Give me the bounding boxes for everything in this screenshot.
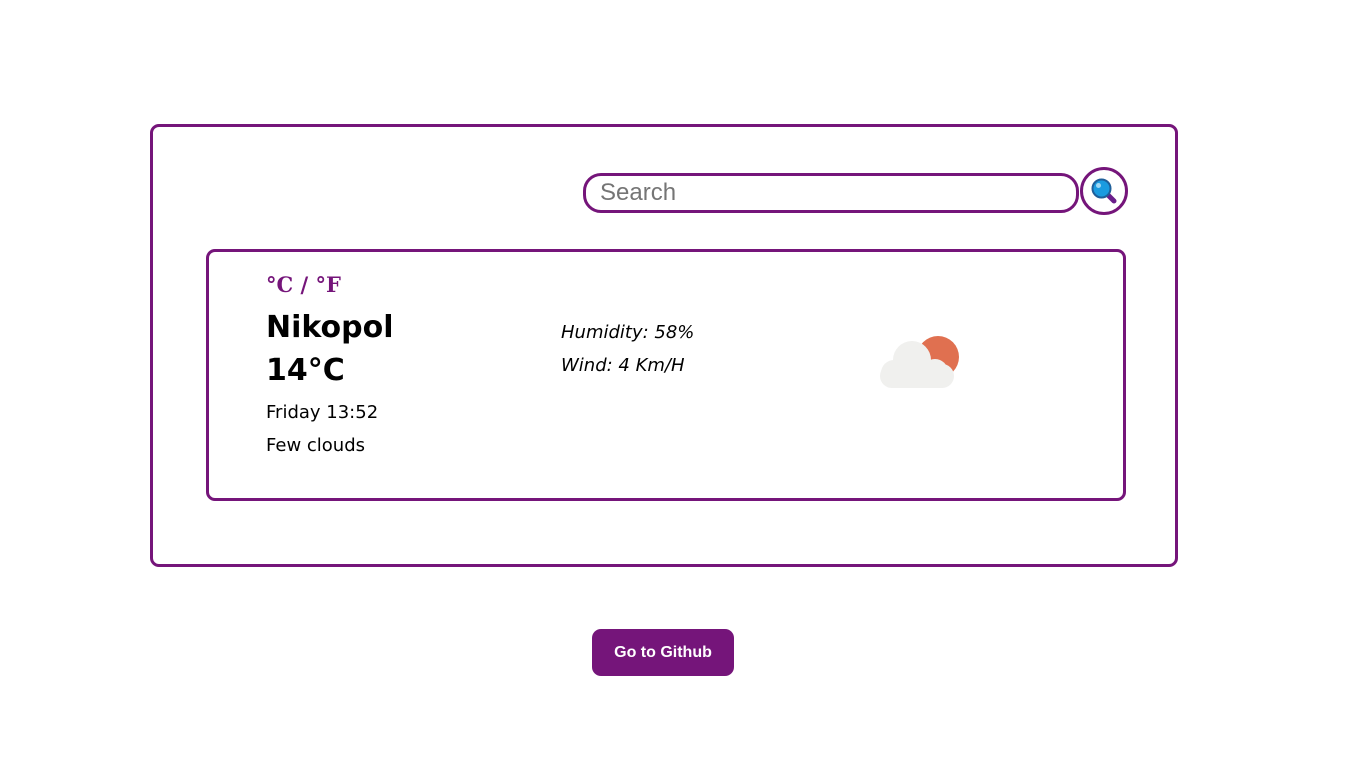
temperature: 14°C — [266, 353, 345, 388]
city-name: Nikopol — [266, 310, 394, 345]
weather-card: °C / °F Nikopol 14°C Friday 13:52 Few cl… — [206, 249, 1126, 501]
unit-toggle[interactable]: °C / °F — [266, 272, 341, 297]
weather-app-container: °C / °F Nikopol 14°C Friday 13:52 Few cl… — [150, 124, 1178, 567]
few-clouds-icon — [880, 336, 959, 388]
go-to-github-button[interactable]: Go to Github — [592, 629, 734, 676]
search-button[interactable] — [1080, 167, 1128, 215]
weather-description: Few clouds — [266, 435, 366, 456]
date-time: Friday 13:52 — [266, 402, 379, 423]
humidity: Humidity: 58% — [561, 322, 695, 343]
search-input[interactable] — [583, 173, 1079, 213]
magnifying-glass-icon — [1091, 178, 1117, 204]
wind-speed: Wind: 4 Km/H — [561, 355, 685, 376]
